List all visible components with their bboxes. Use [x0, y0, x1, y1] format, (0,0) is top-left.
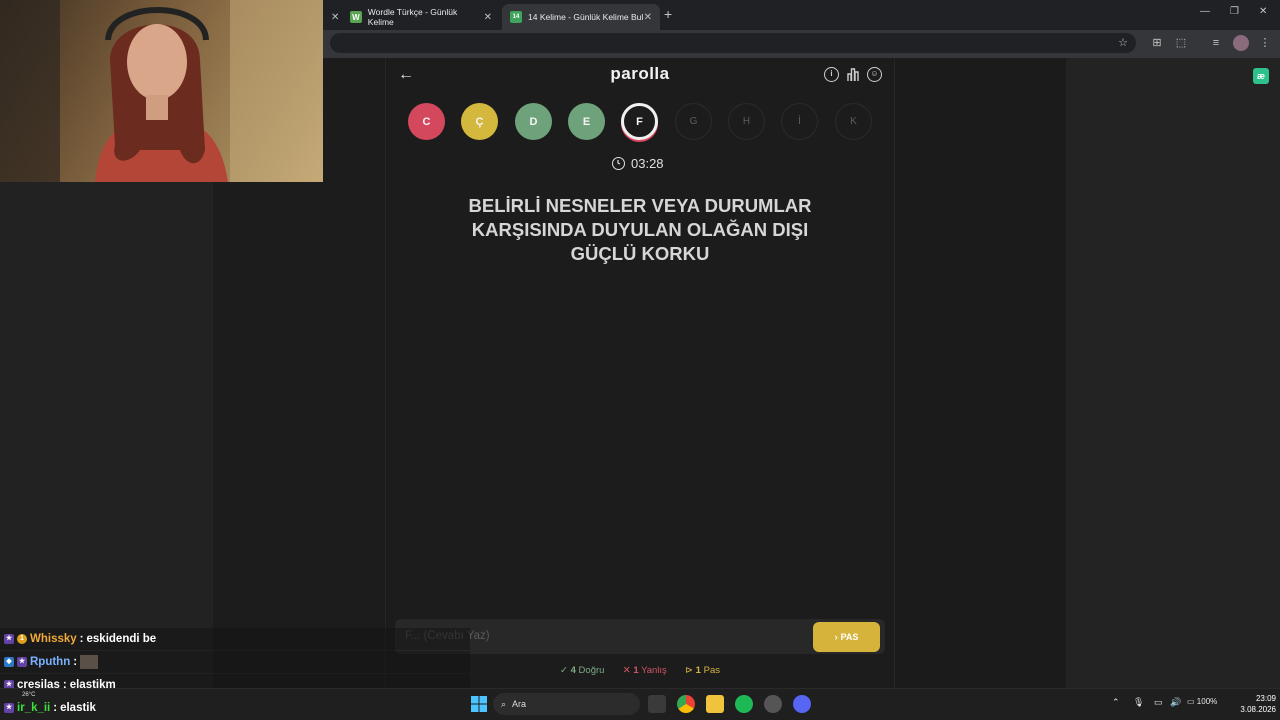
letter-circle-i: İ — [781, 103, 818, 140]
microphone-icon[interactable]: 🎙 — [1133, 697, 1144, 708]
translate-icon[interactable]: ⊞ — [1149, 35, 1165, 51]
network-icon[interactable]: ▭ — [1154, 697, 1163, 708]
app-icon[interactable] — [764, 695, 782, 713]
kelime-favicon-icon: 14 — [510, 11, 522, 23]
timer-value: 03:28 — [631, 156, 664, 171]
stats-icon[interactable] — [846, 67, 860, 82]
right-pane — [1066, 58, 1280, 688]
letter-circle-f-current: F — [621, 103, 658, 140]
restore-icon[interactable]: ❐ — [1230, 6, 1239, 17]
tab-wordle[interactable]: W Wordle Türkçe - Günlük Kelime ✕ — [342, 4, 500, 30]
menu-kebab-icon[interactable]: ⋮ — [1257, 35, 1273, 51]
weather-widget[interactable]: 26°C — [22, 692, 35, 698]
profile-icon[interactable]: ☺ — [867, 67, 882, 82]
profile-avatar-icon[interactable] — [1233, 35, 1249, 51]
tray-chevron-icon[interactable]: ⌃ — [1112, 697, 1120, 708]
taskbar-search[interactable]: ⌕ Ara — [493, 693, 640, 715]
pass-button[interactable]: › PAS — [813, 622, 880, 652]
brand-title: parolla — [610, 64, 670, 83]
star-badge-icon: ★ — [17, 657, 27, 667]
question-line: BELİRLİ NESNELER VEYA DURUMLAR — [468, 195, 812, 216]
correct-stat: ✓ 4 Doğru — [560, 665, 605, 676]
letter-circle-cc: Ç — [461, 103, 498, 140]
tab-14-kelime[interactable]: 14 14 Kelime - Günlük Kelime Bul ✕ — [502, 4, 660, 30]
extensions-icon[interactable]: ⬚ — [1173, 35, 1189, 51]
chevron-right-icon: › — [834, 632, 838, 642]
question-text: BELİRLİ NESNELER VEYA DURUMLAR KARŞISIND… — [430, 194, 850, 266]
chrome-icon[interactable] — [677, 695, 695, 713]
emote-image — [80, 655, 99, 669]
star-badge-icon: ★ — [4, 703, 14, 713]
search-icon: ⌕ — [501, 698, 507, 709]
clock-date[interactable]: 23:09 3.08.2026 — [1228, 693, 1276, 715]
bookmark-star-icon[interactable]: ☆ — [1115, 35, 1131, 51]
clock-date-label: 3.08.2026 — [1240, 705, 1276, 714]
close-icon[interactable]: ✕ — [484, 12, 492, 23]
question-line: KARŞISINDA DUYULAN OLAĞAN DIŞI — [471, 219, 809, 240]
close-window-icon[interactable]: ✕ — [1259, 6, 1267, 17]
address-bar[interactable] — [330, 33, 1136, 53]
tab-close-icon[interactable]: ✕ — [323, 4, 341, 30]
battery-icon: ▭ — [1187, 697, 1195, 706]
question-line: GÜÇLÜ KORKU — [570, 243, 710, 264]
task-view-icon[interactable] — [648, 695, 666, 713]
info-icon[interactable]: i — [824, 67, 839, 82]
chat-user: ir_k_ii — [17, 702, 51, 714]
chat-text: elastik — [60, 702, 96, 714]
prime-badge-icon: ◆ — [4, 657, 14, 667]
chat-message: ★ 1 Whissky : eskidendi be — [0, 628, 470, 650]
volume-icon[interactable]: 🔊 — [1170, 697, 1181, 708]
extension-badge-icon[interactable]: æ — [1253, 68, 1269, 84]
letter-circle-e: E — [568, 103, 605, 140]
letter-circle-k: K — [835, 103, 872, 140]
back-arrow-icon[interactable]: ← — [398, 66, 414, 84]
star-badge-icon: ★ — [4, 634, 14, 644]
chat-message: ★ ir_k_ii : elastik — [4, 702, 96, 714]
windows-start-icon[interactable] — [470, 695, 488, 713]
search-label: Ara — [512, 699, 527, 709]
battery-label: 100% — [1196, 697, 1218, 706]
close-icon[interactable]: ✕ — [644, 12, 652, 23]
pass-button-label: PAS — [840, 632, 859, 642]
tab-label: 14 Kelime - Günlük Kelime Bul — [528, 12, 644, 22]
webcam-overlay — [0, 0, 323, 182]
chat-message: ◆ ★ Rputhn : — [0, 651, 470, 673]
parolla-app — [385, 58, 895, 688]
score-stats: ✓ 4 Doğru ✕ 1 Yanlış ⊳ 1 Pas — [560, 665, 720, 676]
media-icon[interactable]: ≡ — [1208, 35, 1224, 51]
minimize-icon[interactable]: — — [1200, 6, 1210, 17]
spotify-icon[interactable] — [735, 695, 753, 713]
sub-badge-icon: 1 — [17, 634, 27, 644]
letter-circle-g: G — [675, 103, 712, 140]
letter-circle-h: H — [728, 103, 765, 140]
chat-text: eskidendi be — [86, 633, 157, 645]
file-explorer-icon[interactable] — [706, 695, 724, 713]
chat-user: Whissky — [30, 633, 77, 645]
pass-stat: ⊳ 1 Pas — [685, 665, 720, 676]
new-tab-button[interactable]: + — [664, 6, 672, 22]
tab-label: Wordle Türkçe - Günlük Kelime — [367, 7, 458, 27]
clock-time: 23:09 — [1255, 694, 1276, 703]
wordle-favicon-icon: W — [350, 11, 362, 23]
battery-indicator[interactable]: ▭ 100% — [1187, 697, 1217, 706]
wrong-stat: ✕ 1 Yanlış — [622, 665, 667, 676]
clock-icon — [612, 157, 625, 170]
chat-user: Rputhn — [30, 656, 71, 668]
timer: 03:28 — [612, 156, 664, 171]
discord-icon[interactable] — [793, 695, 811, 713]
letter-circle-d: D — [515, 103, 552, 140]
letter-circle-c: C — [408, 103, 445, 140]
